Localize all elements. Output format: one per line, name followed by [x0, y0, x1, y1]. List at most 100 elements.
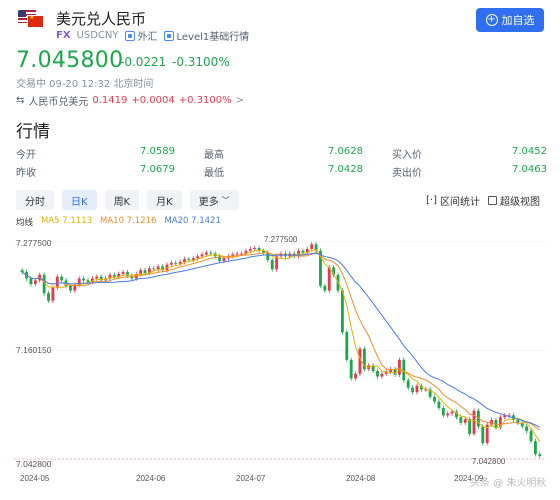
candle-body [345, 332, 349, 360]
view-icon [488, 196, 497, 205]
candle-body [516, 419, 520, 423]
x-tick-label: 2024-07 [236, 474, 266, 483]
forex-icon [124, 30, 135, 41]
candle-body [323, 285, 327, 291]
candle-body [169, 262, 173, 265]
candle-body [441, 407, 445, 416]
candle-body [253, 248, 257, 250]
symbol-meta: FX USDCNY 外汇 Level1基础行情 [56, 28, 249, 43]
tab-more[interactable]: 更多 ﹀ [189, 190, 239, 210]
candle-body [55, 276, 59, 288]
ma5-value: MA5 7.1113 [41, 216, 93, 226]
candle-body [459, 417, 463, 423]
reverse-quote-link[interactable]: ⇆ 人民币兑美元 0.1419 +0.0004 +0.3100% > [16, 93, 244, 108]
bracket-icon: [·] [426, 195, 437, 206]
usd-cny-flag-icon [18, 10, 44, 28]
candle-body [433, 396, 436, 402]
tab-monthly-k[interactable]: 月K [147, 190, 182, 210]
candle-body [437, 401, 441, 408]
candle-body [529, 431, 533, 442]
candle-body [222, 258, 226, 261]
candle-body [47, 293, 50, 301]
candle-body [209, 252, 213, 254]
add-watchlist-button[interactable]: + 加自选 [476, 8, 544, 32]
stats-row: 昨收 7.0679 最低 7.0428 卖出价 7.0463 [16, 164, 547, 182]
stat-value: 7.0679 [140, 164, 175, 175]
stat-label: 最高 [204, 150, 224, 161]
high-marker-label: 7.277500 [264, 235, 298, 244]
stat-value: 7.0452 [512, 146, 547, 157]
candle-body [380, 373, 384, 377]
candle-body [200, 254, 204, 257]
tab-timeshare[interactable]: 分时 [16, 190, 54, 210]
candle-body [196, 256, 200, 259]
swap-icon: ⇆ [16, 95, 25, 106]
level-tag[interactable]: Level1基础行情 [163, 28, 249, 43]
stat-value: 7.0428 [328, 164, 363, 175]
market-tag[interactable]: 外汇 [124, 28, 158, 43]
ma-legend: 均线 MA5 7.1113 MA10 7.1216 MA20 7.1421 [16, 216, 221, 228]
candle-body [358, 348, 362, 374]
stats-row: 今开 7.0589 最高 7.0628 买入价 7.0452 [16, 146, 547, 164]
y-tick-label: 7.042800 [16, 459, 52, 469]
tab-weekly-k[interactable]: 周K [104, 190, 140, 210]
candle-body [376, 370, 379, 377]
candle-body [270, 260, 274, 270]
stat-label: 今开 [16, 150, 36, 161]
stat-label: 最低 [204, 168, 224, 179]
candle-body [525, 426, 529, 432]
stat-label: 昨收 [16, 168, 36, 179]
candle-body [183, 259, 186, 262]
trade-status: 交易中 09-20 12:32 北京时间 [16, 79, 154, 90]
candle-body [248, 248, 252, 251]
section-title: 行情 [16, 122, 50, 142]
candle-body [20, 270, 24, 273]
candle-body [463, 419, 467, 423]
level-icon [163, 30, 174, 41]
tab-daily-k[interactable]: 日K [62, 190, 97, 210]
y-tick-label: 7.160150 [16, 345, 52, 355]
candle-body [51, 287, 55, 301]
y-tick-label: 7.277500 [16, 238, 52, 248]
candle-body [69, 285, 72, 291]
page-title: 美元兑人民币 [56, 10, 147, 28]
stat-value: 7.0589 [140, 146, 175, 157]
x-tick-label: 2024-06 [136, 474, 166, 483]
candle-body [152, 268, 156, 270]
candle-body [450, 411, 454, 414]
current-price: 7.045800 [16, 48, 124, 73]
candle-body [406, 380, 410, 388]
kline-chart[interactable]: 7.277500 7.160150 7.042800 7.277500 7.04… [14, 234, 546, 484]
stat-label: 卖出价 [392, 168, 422, 179]
candle-body [86, 280, 90, 283]
candle-body [112, 274, 116, 277]
candle-body [301, 250, 305, 253]
candle-body [156, 266, 160, 270]
candle-body [33, 280, 37, 285]
price-change: -0.0221 [120, 55, 167, 69]
candle-body [29, 278, 33, 285]
candle-body [95, 276, 99, 279]
super-view-button[interactable]: 超级视图 [488, 193, 540, 208]
candle-body [121, 272, 125, 274]
period-tabs: 分时 日K 周K 月K 更多 ﹀ [16, 190, 239, 210]
interval-stats-button[interactable]: [·] 区间统计 [426, 193, 480, 208]
candle-body [235, 253, 239, 255]
candle-body [398, 359, 401, 375]
candle-body [310, 244, 314, 249]
candle-body [205, 252, 208, 255]
candle-body [481, 426, 485, 444]
low-marker-label: 7.042800 [472, 457, 506, 466]
plus-icon: + [485, 14, 498, 26]
candle-body [446, 413, 450, 416]
candle-body [82, 278, 86, 281]
chevron-right-icon: > [235, 95, 245, 106]
candle-body [174, 262, 178, 264]
ma20-value: MA20 7.1421 [164, 216, 221, 226]
candle-body [187, 259, 191, 261]
candle-body [472, 410, 476, 434]
ma-label: 均线 [16, 218, 34, 228]
candle-body [139, 270, 143, 274]
candle-body [42, 274, 46, 294]
price-change-pct: -0.3100% [172, 55, 230, 69]
